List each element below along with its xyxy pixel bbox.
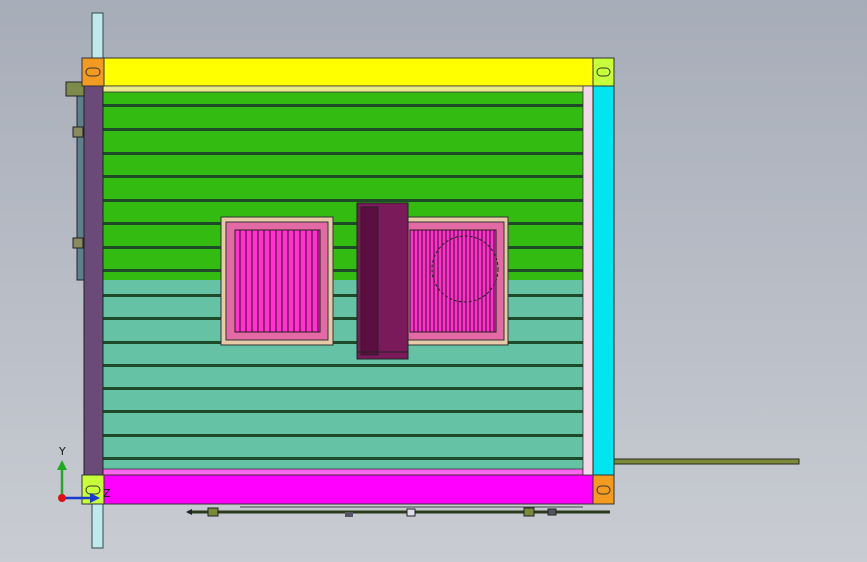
right-inner-post xyxy=(582,85,594,476)
left-grille-unit xyxy=(220,216,334,346)
bottom-magenta-bar xyxy=(102,474,594,505)
slat-line xyxy=(103,410,583,413)
slat-line xyxy=(103,457,583,460)
corner-block-bottom-right xyxy=(592,474,615,505)
cad-viewport[interactable]: Y Z xyxy=(0,0,867,562)
right-extension-rod xyxy=(613,458,800,465)
slat-line xyxy=(103,294,583,297)
slat-line xyxy=(103,152,583,155)
right-grille-louvers xyxy=(413,230,495,332)
slat-line xyxy=(103,317,583,320)
bottom-inner-rail xyxy=(102,468,584,476)
triad-y-label: Y xyxy=(58,445,66,458)
center-duct-box xyxy=(356,202,409,360)
corner-block-top-right xyxy=(592,57,615,87)
corner-block-top-left xyxy=(81,57,105,87)
bottom-rail-assembly xyxy=(186,506,610,517)
left-side-bracket xyxy=(76,89,85,281)
top-yellow-bar xyxy=(102,57,594,87)
slat-line xyxy=(103,269,583,272)
green-panel xyxy=(103,85,583,280)
slat-line xyxy=(103,364,583,367)
slat-line xyxy=(103,199,583,202)
left-purple-post xyxy=(83,85,104,476)
slat-line xyxy=(103,341,583,344)
left-hinge-top xyxy=(72,126,84,138)
triad-z-label: Z xyxy=(103,487,111,500)
slat-line xyxy=(103,222,583,225)
slat-line xyxy=(103,387,583,390)
slat-line xyxy=(103,434,583,437)
left-hinge-bottom xyxy=(72,237,84,249)
right-grille-unit xyxy=(399,216,509,346)
slat-line xyxy=(103,175,583,178)
top-rail xyxy=(102,85,594,93)
left-handle xyxy=(65,81,85,97)
slat-line xyxy=(103,128,583,131)
teal-panel xyxy=(103,280,583,470)
slat-line xyxy=(103,104,583,107)
slat-line xyxy=(103,246,583,249)
right-cyan-post xyxy=(592,85,615,476)
